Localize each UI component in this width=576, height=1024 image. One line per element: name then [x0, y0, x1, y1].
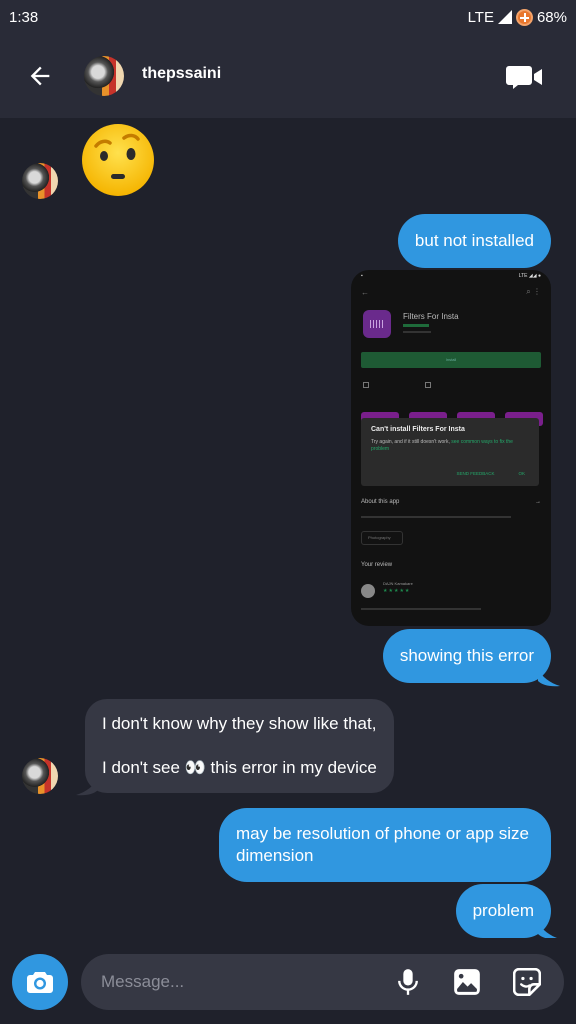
shared-screenshot[interactable]: ▪ LTE ◢◢ ● ← ⌕ ⋮ Filters For Insta Install… [351, 270, 551, 626]
screenshot-app-icon [363, 310, 391, 338]
message-text-line: dimension [236, 846, 314, 865]
message-text-line: I don't see 👀 this error in my device [102, 758, 377, 777]
message-text-line: may be resolution of phone or app size [236, 824, 529, 843]
dialog-body: Try again, and if it still doesn't work,… [371, 439, 529, 453]
microphone-icon[interactable] [394, 968, 422, 996]
message-list[interactable]: but not installed ▪ LTE ◢◢ ● ← ⌕ ⋮ Filters… [0, 118, 576, 940]
screenshot-stat-icon [425, 382, 431, 388]
message-text-line: I don't know why they show like that, [102, 714, 377, 733]
arrow-right-icon: → [535, 499, 541, 505]
battery-saver-icon [515, 8, 533, 26]
message-text: showing this error [399, 646, 534, 665]
message-field [81, 954, 564, 1010]
screenshot-app-developer [403, 324, 429, 327]
camera-button[interactable] [12, 954, 68, 1010]
bubble-tail [76, 778, 98, 796]
screenshot-review-label: Your review [361, 562, 393, 568]
screenshot-error-dialog: Can't install Filters For Insta Try agai… [361, 418, 539, 486]
network-label: LTE [467, 8, 494, 26]
message-text: but not installed [414, 231, 534, 250]
screenshot-status-bar: ▪ LTE ◢◢ ● [361, 273, 541, 279]
gallery-icon[interactable] [453, 968, 481, 996]
arrow-left-icon[interactable] [26, 62, 54, 90]
status-icons: LTE 68% [467, 8, 567, 26]
bubble-tail [538, 669, 560, 687]
message-bubble-outgoing[interactable]: problem [455, 884, 551, 938]
battery-level: 68% [536, 8, 567, 26]
about-label: About this app [361, 499, 400, 505]
message-bubble-incoming[interactable]: I don't know why they show like that, I … [85, 699, 394, 793]
contact-name[interactable]: thepssaini [142, 65, 221, 83]
chat-header: thepssaini [0, 34, 576, 118]
screenshot-review-text [361, 608, 481, 610]
screenshot-install-button: Install [361, 352, 541, 368]
screenshot-app-title: Filters For Insta [403, 312, 459, 321]
screenshot-text-line [361, 516, 511, 518]
screenshot-review-stars: ★★★★★ [383, 588, 411, 594]
message-bubble-outgoing[interactable]: may be resolution of phone or app size d… [219, 808, 551, 882]
screenshot-reviewer-name: DAJN Kamakare [383, 581, 413, 586]
dialog-ok: OK [518, 471, 525, 476]
sender-avatar[interactable] [22, 758, 58, 794]
dialog-title: Can't install Filters For Insta [371, 426, 465, 433]
message-bubble-outgoing[interactable]: showing this error [382, 629, 551, 683]
status-time: 1:38 [9, 8, 39, 26]
video-camera-icon[interactable] [506, 64, 544, 90]
contact-avatar[interactable] [84, 56, 124, 96]
raised-eyebrow-emoji [82, 124, 154, 196]
dialog-body-text: Try again, and if it still doesn't work, [371, 439, 450, 445]
dialog-actions: SEND FEEDBACK OK [456, 471, 525, 476]
screenshot-app-meta [403, 331, 431, 333]
dialog-send-feedback: SEND FEEDBACK [456, 471, 495, 476]
message-text: problem [472, 901, 534, 920]
chat-screen: 1:38 LTE 68% thepssaini but not installe… [0, 0, 576, 1024]
message-bubble-outgoing[interactable]: but not installed [397, 214, 551, 268]
message-composer [0, 938, 576, 1024]
status-bar: 1:38 LTE 68% [0, 0, 576, 34]
signal-icon [497, 10, 512, 24]
screenshot-stat-icon [363, 382, 369, 388]
sticker-icon[interactable] [513, 968, 541, 996]
screenshot-reviewer-avatar [361, 584, 375, 598]
sender-avatar[interactable] [22, 163, 58, 199]
screenshot-toolbar: ← ⌕ ⋮ [361, 287, 541, 297]
camera-icon [27, 972, 53, 993]
message-input[interactable] [101, 954, 371, 1010]
screenshot-about: About this app → [361, 499, 541, 505]
screenshot-category-chip: Photography [361, 531, 403, 545]
